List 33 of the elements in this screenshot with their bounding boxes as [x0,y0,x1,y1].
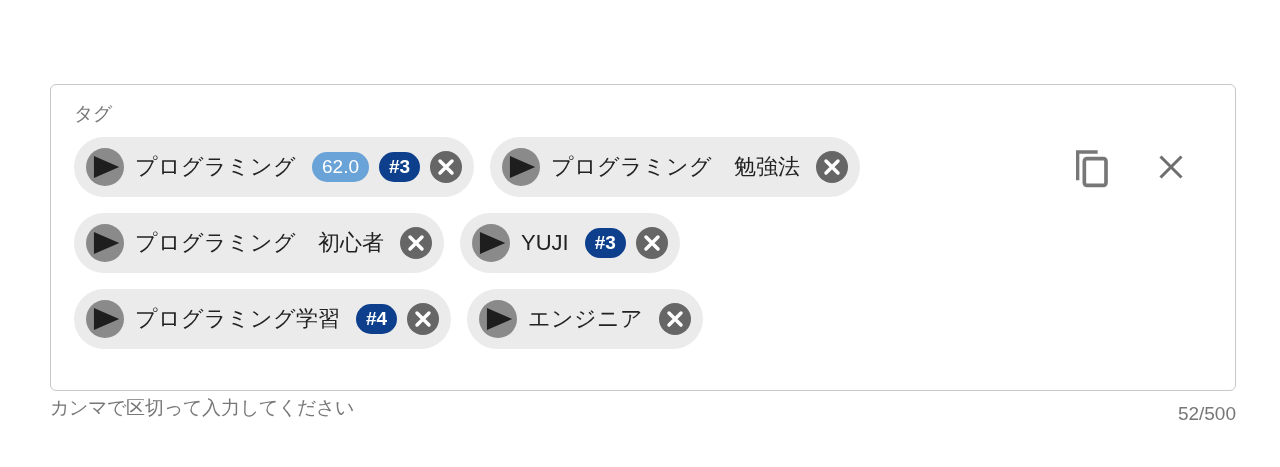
play-logo-icon [86,300,124,338]
tag-text: プログラミング [135,153,296,181]
play-logo-icon [472,224,510,262]
tag-chip[interactable]: プログラミング学習 #4 [74,289,452,349]
remove-tag-icon[interactable] [635,227,668,259]
tag-text: YUJI [521,230,569,256]
remove-tag-icon[interactable] [400,227,432,259]
tag-text: プログラミング 初心者 [135,229,384,257]
remove-tag-icon[interactable] [407,303,440,335]
rank-badge: #3 [379,152,421,182]
play-logo-icon [479,300,518,338]
remove-tag-icon[interactable] [816,151,849,183]
tag-chip[interactable]: YUJI #3 [460,213,680,273]
helper-text: カンマで区切って入力してください [50,396,354,420]
field-label: タグ [74,102,113,126]
rank-badge: #3 [584,228,626,258]
remove-tag-icon[interactable] [430,151,463,183]
play-logo-icon [502,148,541,186]
score-badge: 62.0 [312,152,369,182]
rank-badge: #4 [356,304,398,334]
remove-tag-icon[interactable] [659,303,692,335]
tag-text: プログラミング 勉強法 [551,153,801,181]
tag-chip[interactable]: エンジニア [467,289,704,349]
tag-input-field[interactable]: タグ プログラミング 62.0 #3 プログラミング 勉強法 プログラミング 初心者 YUJI #3 プログラミング学習 #4 エンジニア [50,84,1236,391]
tag-text: エンジニア [528,305,644,333]
play-logo-icon [86,224,124,262]
tag-chip[interactable]: プログラミング 初心者 [74,213,444,273]
play-logo-icon [86,148,124,186]
tag-chip[interactable]: プログラミング 62.0 #3 [74,137,475,197]
tag-text: プログラミング学習 [135,305,340,333]
tag-chip[interactable]: プログラミング 勉強法 [490,137,861,197]
close-icon[interactable] [1157,153,1185,181]
character-counter: 52/500 [1177,403,1236,425]
